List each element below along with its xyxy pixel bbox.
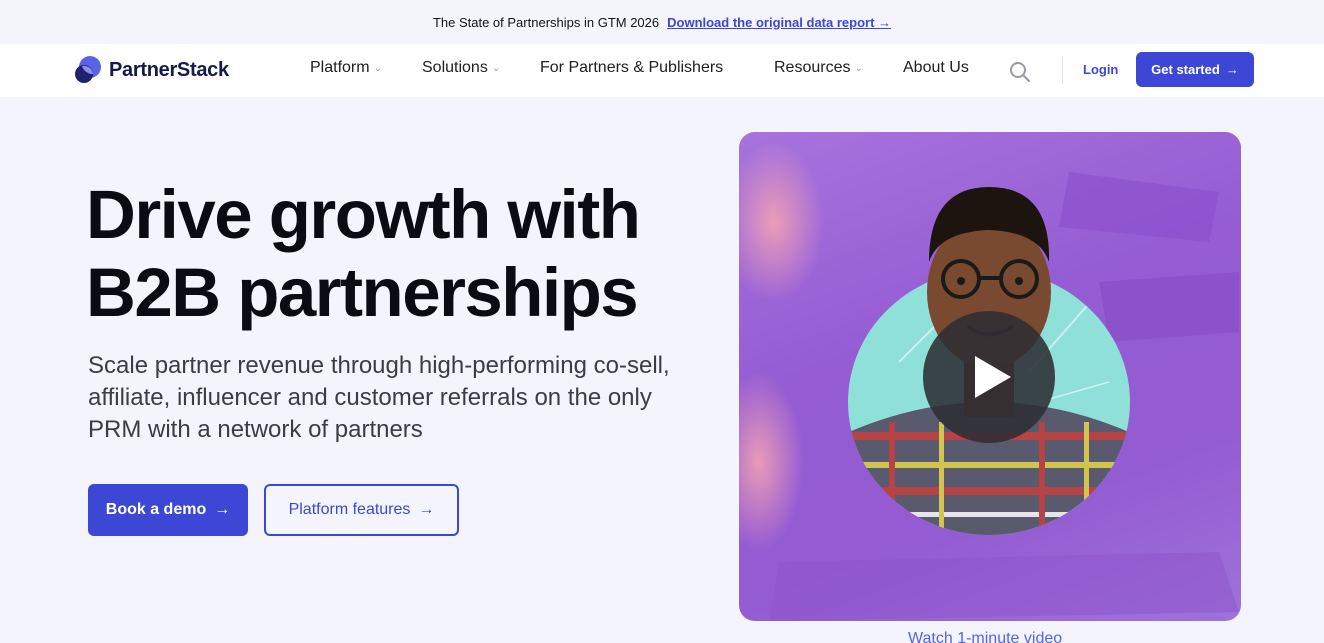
login-link[interactable]: Login xyxy=(1083,62,1118,77)
brand-name: PartnerStack xyxy=(109,58,229,81)
nav-about-us-label: About Us xyxy=(903,59,969,76)
download-report-link[interactable]: Download the original data report → xyxy=(667,15,891,30)
arrow-right-icon: → xyxy=(1225,62,1239,77)
nav-for-partners-label: For Partners & Publishers xyxy=(540,59,724,76)
top-nav: PartnerStack Platform ⌄ Solutions ⌄ For … xyxy=(0,44,1324,97)
book-demo-button[interactable]: Book a demo → xyxy=(88,484,248,536)
nav-platform[interactable]: Platform ⌄ xyxy=(310,59,382,77)
brand-logo[interactable]: PartnerStack xyxy=(73,53,229,87)
platform-features-button[interactable]: Platform features → xyxy=(264,484,459,536)
nav-resources-label: Resources xyxy=(774,59,851,76)
announcement-bar: The State of Partnerships in GTM 2026 Do… xyxy=(0,0,1324,44)
nav-platform-label: Platform xyxy=(310,59,370,76)
nav-resources[interactable]: Resources ⌄ xyxy=(774,59,863,77)
hero-title: Drive growth with B2B partnerships xyxy=(86,176,726,332)
get-started-button[interactable]: Get started → xyxy=(1136,52,1254,87)
hero-subtitle-line-1: Scale partner revenue through high-perfo… xyxy=(88,352,670,379)
partnerstack-logo-icon xyxy=(75,56,101,83)
play-icon xyxy=(923,311,1055,443)
announcement-text: The State of Partnerships in GTM 2026 xyxy=(432,14,660,30)
platform-features-label: Platform features xyxy=(288,501,411,518)
chevron-down-icon: ⌄ xyxy=(854,63,863,74)
nav-about-us[interactable]: About Us xyxy=(903,59,969,77)
video-thumbnail xyxy=(739,132,1241,621)
chevron-down-icon: ⌄ xyxy=(373,63,382,74)
hero-title-line-1: Drive growth with xyxy=(86,176,641,253)
nav-solutions-label: Solutions xyxy=(422,59,488,76)
book-demo-label: Book a demo xyxy=(105,501,207,518)
video-player[interactable] xyxy=(739,132,1241,621)
nav-divider xyxy=(1062,56,1063,84)
chevron-down-icon: ⌄ xyxy=(491,63,501,74)
watch-video-link[interactable]: Watch 1-minute video xyxy=(908,630,1062,643)
search-icon[interactable] xyxy=(1008,60,1032,84)
arrow-right-icon: → xyxy=(214,501,231,518)
hero-subtitle-line-2: affiliate, influencer and customer refer… xyxy=(88,384,652,411)
hero-subtitle: Scale partner revenue through high-perfo… xyxy=(88,350,728,446)
nav-for-partners[interactable]: For Partners & Publishers xyxy=(540,59,723,77)
hero-title-line-2: B2B partnerships xyxy=(86,254,639,331)
nav-solutions[interactable]: Solutions ⌄ xyxy=(422,59,500,77)
hero-subtitle-line-3: PRM with a network of partners xyxy=(88,416,423,443)
get-started-label: Get started xyxy=(1151,62,1220,77)
arrow-right-icon: → xyxy=(418,501,435,518)
